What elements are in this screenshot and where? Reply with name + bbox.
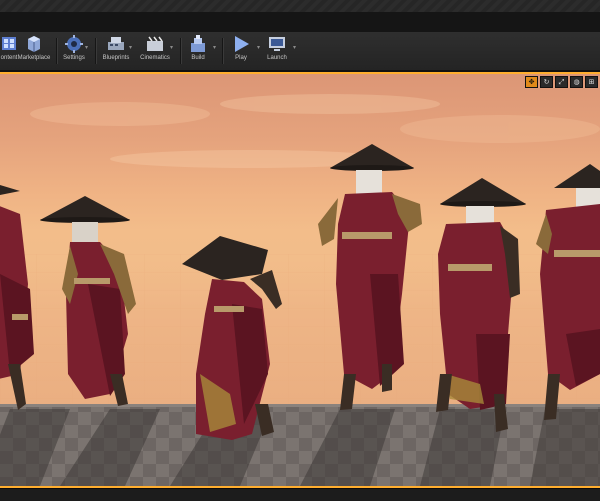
sky-clouds bbox=[30, 94, 600, 168]
viewport-scene bbox=[0, 94, 600, 486]
cinematics-icon bbox=[147, 36, 163, 51]
marketplace-label: Marketplace bbox=[17, 55, 51, 61]
blueprints-icon bbox=[108, 37, 124, 50]
floor-edge bbox=[0, 404, 600, 407]
build-icon bbox=[191, 35, 205, 52]
scale-tool-icon[interactable]: ⤢ bbox=[555, 76, 568, 88]
launch-button[interactable]: Launch bbox=[252, 34, 302, 68]
viewport-transform-controls: ✥ ↻ ⤢ ◍ ⊞ bbox=[525, 76, 598, 88]
settings-label: Settings bbox=[63, 55, 85, 61]
cinematics-label: Cinematics bbox=[140, 55, 170, 61]
snap-icon[interactable]: ⊞ bbox=[585, 76, 598, 88]
play-icon bbox=[235, 36, 249, 52]
settings-icon bbox=[65, 35, 83, 53]
rotate-tool-icon[interactable]: ↻ bbox=[540, 76, 553, 88]
launch-icon bbox=[269, 37, 285, 51]
bottom-panel-bar bbox=[0, 488, 600, 501]
launch-label: Launch bbox=[267, 55, 287, 61]
marketplace-icon bbox=[28, 36, 40, 52]
move-tool-icon[interactable]: ✥ bbox=[525, 76, 538, 88]
launch-dropdown-icon[interactable]: ▾ bbox=[293, 45, 299, 51]
main-toolbar: ontent Marketplace Settings ▾ Blueprints… bbox=[0, 32, 600, 72]
blueprints-label: Blueprints bbox=[102, 55, 130, 61]
build-label: Build bbox=[191, 55, 205, 61]
tab-bar bbox=[0, 12, 600, 33]
play-label: Play bbox=[235, 55, 247, 61]
level-viewport[interactable]: ✥ ↻ ⤢ ◍ ⊞ bbox=[0, 74, 600, 486]
globe-icon[interactable]: ◍ bbox=[570, 76, 583, 88]
